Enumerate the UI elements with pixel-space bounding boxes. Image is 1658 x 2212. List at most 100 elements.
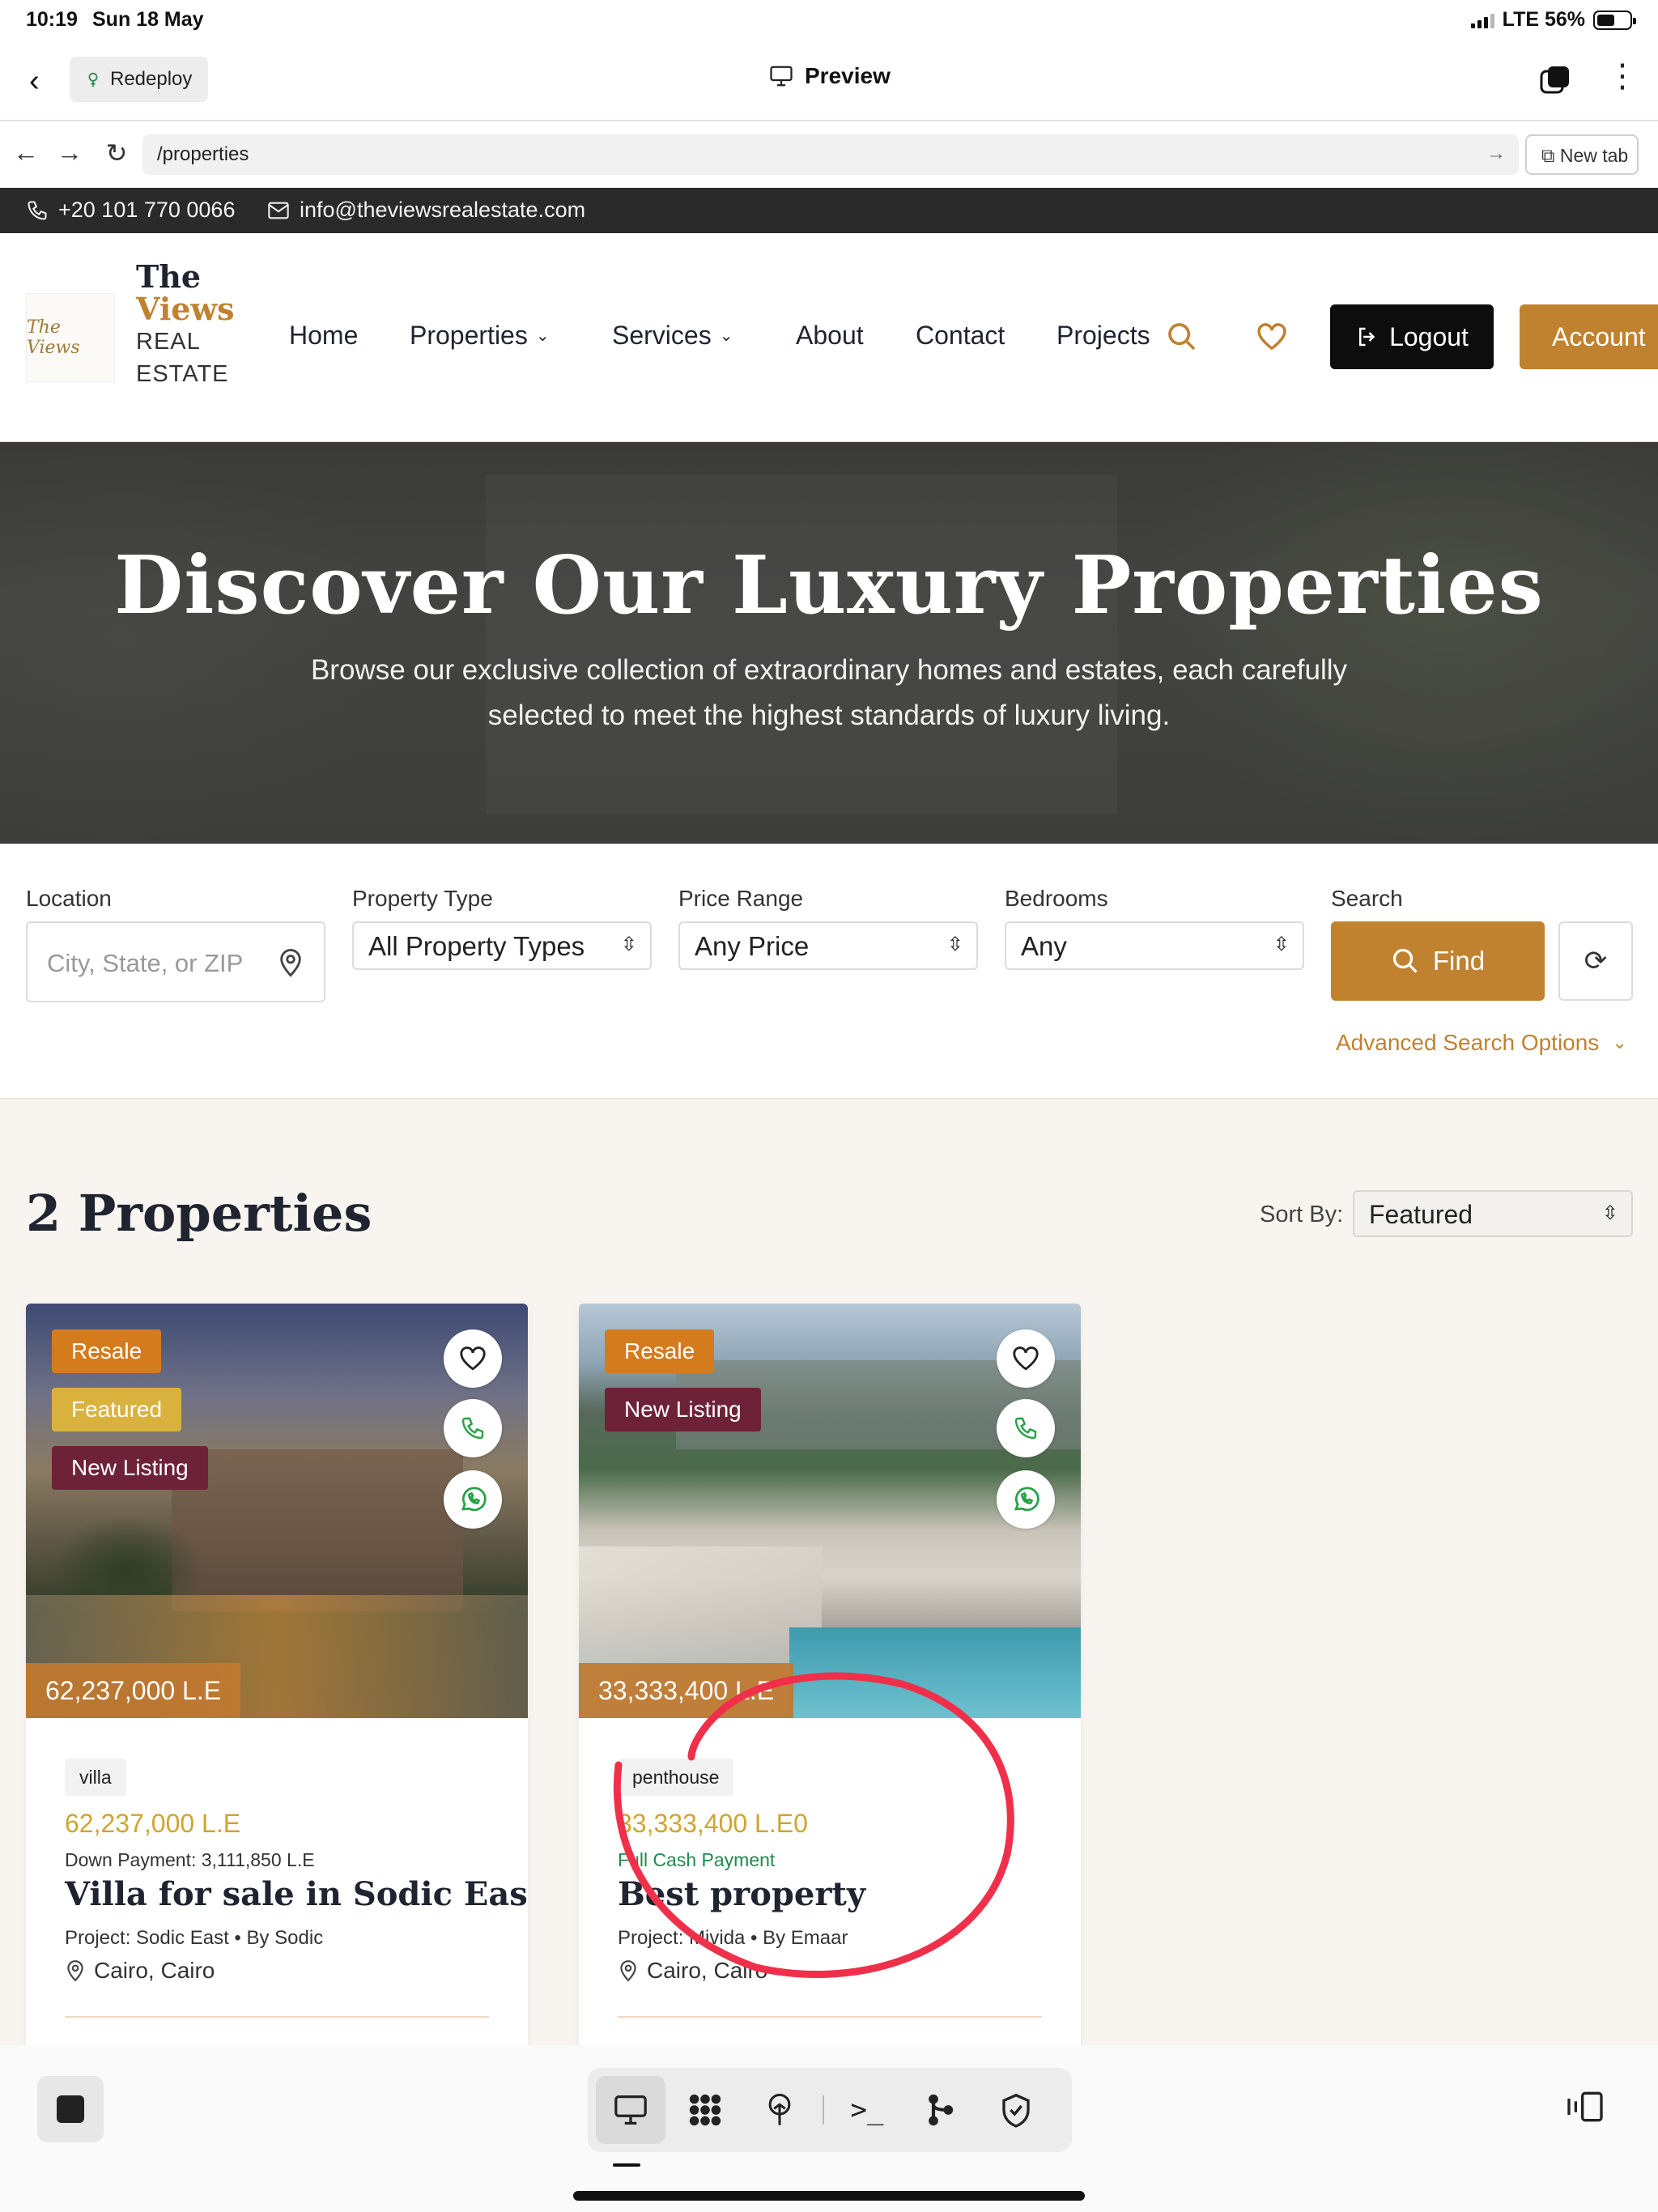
status-time: 10:19 xyxy=(26,8,78,31)
nav-contact[interactable]: Contact xyxy=(916,321,1005,351)
new-tab-button[interactable]: ⧉ New tab xyxy=(1525,134,1639,175)
property-title[interactable]: Best property xyxy=(618,1875,865,1913)
property-title[interactable]: Villa for sale in Sodic East xyxy=(65,1875,528,1913)
nav-home[interactable]: Home xyxy=(289,321,358,351)
browser-back-icon[interactable]: ← xyxy=(10,138,42,168)
price-range-value: Any Price xyxy=(695,931,810,961)
logout-label: Logout xyxy=(1389,321,1469,351)
back-arrow-icon[interactable]: ‹ xyxy=(29,65,62,97)
property-type-select[interactable]: All Property Types ⇳ xyxy=(352,921,652,970)
select-arrows-icon: ⇳ xyxy=(1273,934,1290,955)
site-header: The Views The Views REAL ESTATE Home Pro… xyxy=(0,233,1658,442)
brand-name[interactable]: The Views REAL ESTATE xyxy=(136,261,235,390)
status-right: LTE 56% xyxy=(1470,8,1636,32)
hero-shadow xyxy=(0,442,405,844)
property-card[interactable]: Resale New Listing 33,333,400 L.E pentho… xyxy=(579,1304,1081,2045)
whatsapp-button[interactable] xyxy=(444,1470,502,1529)
property-card[interactable]: Resale Featured New Listing 62,237,000 L… xyxy=(26,1304,528,2045)
more-icon[interactable]: ⋮ xyxy=(1606,60,1639,92)
status-date: Sun 18 May xyxy=(92,8,204,31)
brand-line-3: REAL xyxy=(136,329,201,355)
heart-icon xyxy=(460,1346,486,1371)
site-logo[interactable]: The Views xyxy=(26,293,115,382)
find-label: Find xyxy=(1432,946,1486,976)
nav-about[interactable]: About xyxy=(796,321,864,351)
search-panel: Location City, State, or ZIP Property Ty… xyxy=(0,844,1658,1100)
git-button[interactable] xyxy=(907,2076,976,2144)
stop-button[interactable] xyxy=(37,2076,104,2142)
location-text: Cairo, Cairo xyxy=(94,1958,215,1983)
nav-services[interactable]: Services ⌄ xyxy=(612,321,733,351)
go-arrow-icon[interactable]: → xyxy=(1486,143,1506,165)
sort-select[interactable]: Featured ⇳ xyxy=(1353,1190,1633,1237)
bedrooms-value: Any xyxy=(1021,931,1067,961)
hero-banner: Discover Our Luxury Properties Browse ou… xyxy=(0,442,1658,844)
badge-resale: Resale xyxy=(52,1329,162,1373)
reset-button[interactable]: ⟳ xyxy=(1558,921,1633,1001)
active-tab-indicator xyxy=(613,2163,640,2167)
location-input[interactable]: City, State, or ZIP xyxy=(26,921,325,1002)
browser-bar: ← → ↻ /properties → ⧉ New tab xyxy=(0,123,1658,186)
preview-title: Preview xyxy=(769,63,891,89)
bedrooms-select[interactable]: Any ⇳ xyxy=(1005,921,1304,970)
select-arrows-icon: ⇳ xyxy=(1601,1202,1618,1224)
reload-icon[interactable]: ↻ xyxy=(100,138,133,168)
search-icon[interactable] xyxy=(1166,321,1198,353)
preview-tab-button[interactable] xyxy=(596,2076,665,2144)
nav-about-label: About xyxy=(796,321,864,350)
phone-icon xyxy=(1014,1417,1037,1440)
hero-title: Discover Our Luxury Properties xyxy=(114,539,1544,632)
phone-number: +20 101 770 0066 xyxy=(58,198,236,222)
hero-background xyxy=(486,474,1117,815)
brand-line-4: ESTATE xyxy=(136,361,229,387)
property-price: 33,333,400 L.E0 xyxy=(618,1809,808,1838)
signal-icon xyxy=(1470,12,1494,28)
logout-button[interactable]: Logout xyxy=(1330,304,1494,369)
results-count-title: 2 Properties xyxy=(26,1184,372,1243)
location-pin-icon xyxy=(67,1960,83,1982)
find-button[interactable]: Find xyxy=(1331,921,1545,1001)
deploy-button[interactable] xyxy=(745,2076,814,2144)
property-type-value: All Property Types xyxy=(368,931,585,961)
dock-tools: >_ xyxy=(588,2068,1072,2152)
nav-projects[interactable]: Projects xyxy=(1056,321,1150,351)
property-type-label: Property Type xyxy=(352,886,493,911)
url-bar[interactable]: /properties → xyxy=(142,134,1519,175)
preview-label: Preview xyxy=(805,63,891,88)
favorite-button[interactable] xyxy=(997,1329,1055,1388)
favorites-heart-icon[interactable] xyxy=(1256,322,1287,351)
browser-forward-icon[interactable]: → xyxy=(53,138,86,168)
account-button[interactable]: Account xyxy=(1520,304,1658,369)
stop-icon xyxy=(57,2095,84,2123)
payment-info: Down Payment: 3,111,850 L.E xyxy=(65,1849,315,1870)
advanced-search-toggle[interactable]: Advanced Search Options ⌄ xyxy=(1336,1030,1627,1056)
deploy-icon xyxy=(768,2093,791,2125)
favorite-button[interactable] xyxy=(444,1329,502,1388)
apps-grid-button[interactable] xyxy=(670,2076,740,2144)
call-button[interactable] xyxy=(997,1399,1055,1457)
mail-icon xyxy=(268,202,289,219)
terminal-icon: >_ xyxy=(850,2094,884,2126)
monitor-icon xyxy=(614,2095,647,2125)
security-button[interactable] xyxy=(981,2076,1051,2144)
image-building xyxy=(172,1449,463,1611)
terminal-button[interactable]: >_ xyxy=(832,2076,902,2144)
property-price: 62,237,000 L.E xyxy=(65,1809,241,1838)
nav-services-label: Services xyxy=(612,321,712,350)
bedrooms-label: Bedrooms xyxy=(1005,886,1108,911)
contact-email[interactable]: info@theviewsrealestate.com xyxy=(267,198,585,223)
whatsapp-button[interactable] xyxy=(997,1470,1055,1529)
nav-properties[interactable]: Properties ⌄ xyxy=(410,321,550,351)
tabs-icon[interactable] xyxy=(1538,63,1572,97)
redeploy-button[interactable]: Redeploy xyxy=(70,57,209,102)
badge-new-listing: New Listing xyxy=(605,1388,761,1431)
phone-icon xyxy=(28,200,47,220)
property-type-chip: penthouse xyxy=(618,1759,734,1796)
call-button[interactable] xyxy=(444,1399,502,1457)
bottom-dock: >_ xyxy=(0,2045,1658,2212)
price-range-label: Price Range xyxy=(678,886,804,911)
home-indicator[interactable] xyxy=(573,2191,1085,2201)
sidebar-toggle-icon[interactable] xyxy=(1566,2091,1605,2131)
contact-phone[interactable]: +20 101 770 0066 xyxy=(26,198,235,223)
price-range-select[interactable]: Any Price ⇳ xyxy=(678,921,978,970)
